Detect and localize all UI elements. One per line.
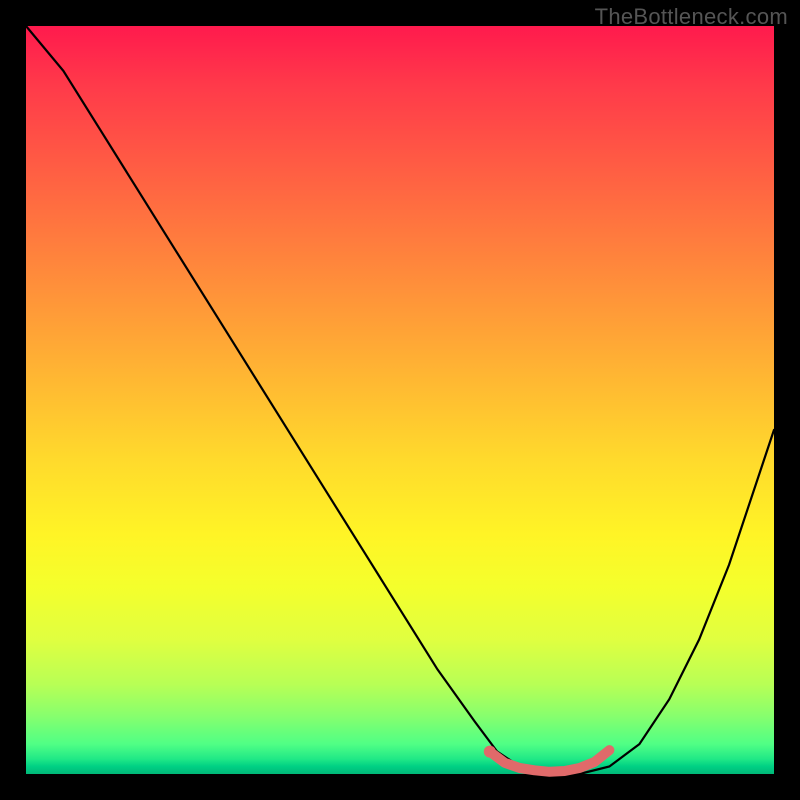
main-curve	[26, 26, 774, 774]
chart-svg	[26, 26, 774, 774]
chart-container: TheBottleneck.com	[0, 0, 800, 800]
highlight-segment	[490, 750, 610, 772]
plot-area	[26, 26, 774, 774]
watermark-text: TheBottleneck.com	[595, 4, 788, 30]
highlight-dot-icon	[484, 746, 496, 758]
